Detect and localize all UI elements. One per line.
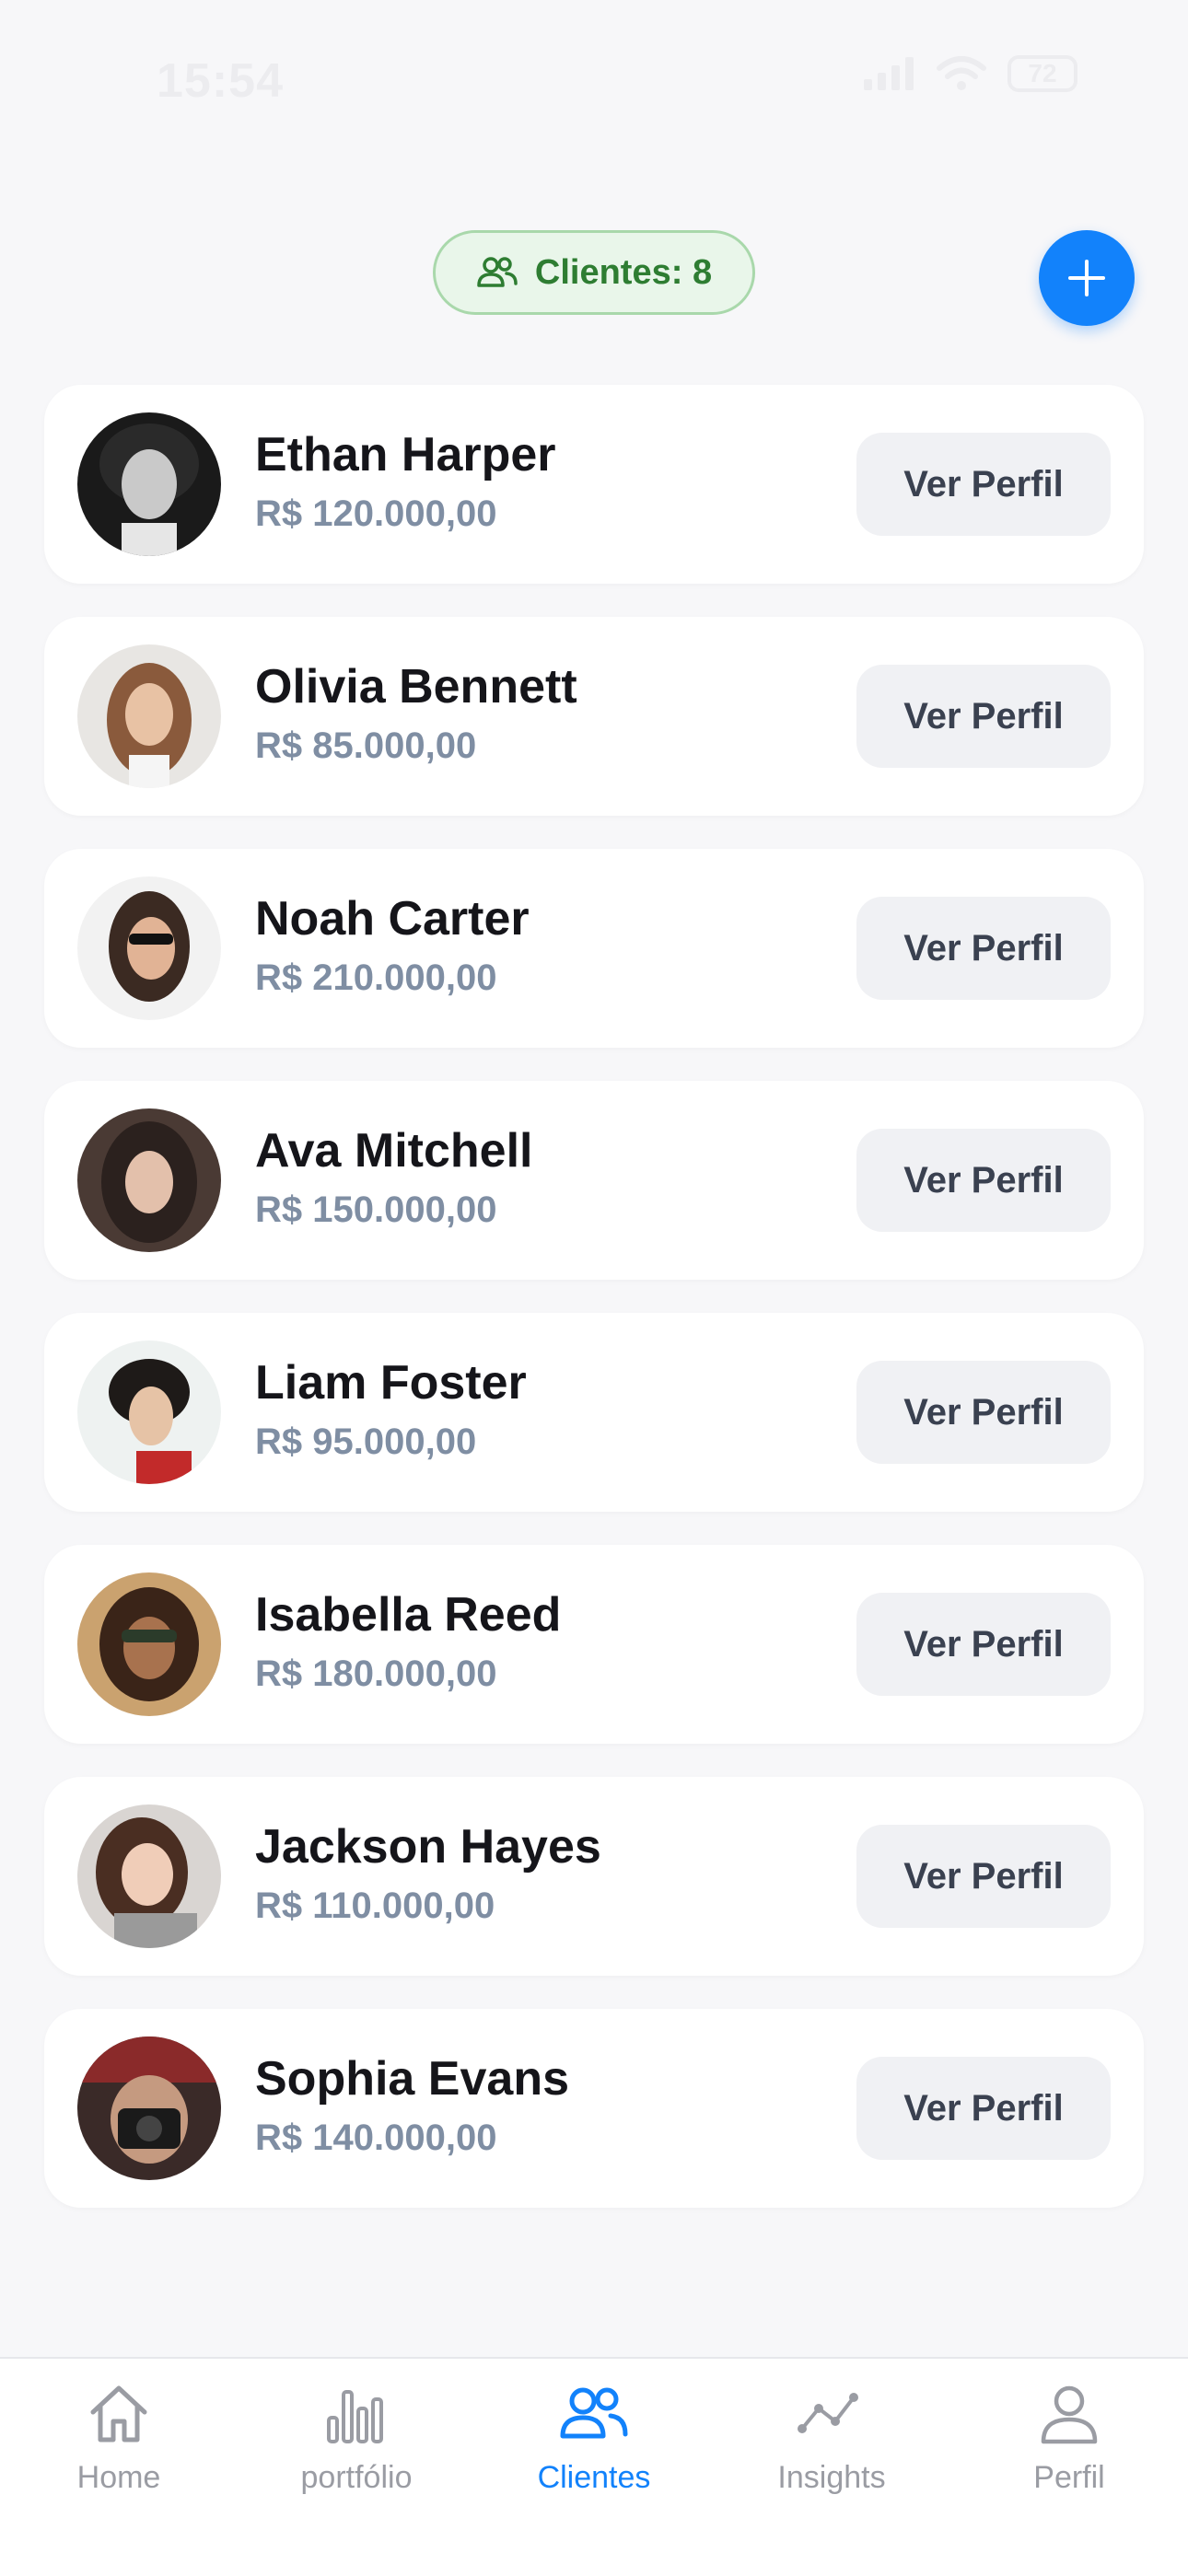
avatar [77,1572,221,1716]
add-client-button[interactable] [1039,230,1135,326]
client-list: Ethan Harper R$ 120.000,00 Ver Perfil Ol… [44,385,1144,2241]
view-profile-button[interactable]: Ver Perfil [856,433,1111,536]
view-profile-button[interactable]: Ver Perfil [856,1825,1111,1928]
users-icon [477,257,518,287]
client-card: Isabella Reed R$ 180.000,00 Ver Perfil [44,1545,1144,1744]
client-value: R$ 210.000,00 [255,957,497,998]
avatar [77,644,221,788]
client-name: Jackson Hayes [255,1820,601,1874]
client-card: Ethan Harper R$ 120.000,00 Ver Perfil [44,385,1144,584]
client-value: R$ 180.000,00 [255,1654,497,1694]
view-profile-button[interactable]: Ver Perfil [856,897,1111,1000]
tab-bar: Home portfólio Clientes Insights Perfil [0,2357,1188,2576]
view-profile-button[interactable]: Ver Perfil [856,1593,1111,1696]
view-profile-button[interactable]: Ver Perfil [856,1129,1111,1232]
client-name: Noah Carter [255,892,530,946]
tab-home[interactable]: Home [0,2377,238,2534]
bar-chart-icon [320,2377,393,2451]
client-card: Ava Mitchell R$ 150.000,00 Ver Perfil [44,1081,1144,1280]
signal-icon [864,57,914,90]
client-name: Ethan Harper [255,428,556,482]
clients-count-badge: Clientes: 8 [433,230,755,315]
avatar [77,2036,221,2180]
plus-icon [1068,260,1105,296]
avatar [77,1804,221,1948]
battery-icon: 72 [1007,55,1077,92]
client-name: Liam Foster [255,1356,527,1410]
client-value: R$ 85.000,00 [255,725,477,766]
avatar [77,412,221,556]
client-value: R$ 150.000,00 [255,1189,497,1230]
battery-level: 72 [1028,59,1057,87]
trend-line-icon [795,2377,868,2451]
tab-label: Home [76,2460,161,2495]
avatar [77,1340,221,1484]
avatar [77,1108,221,1252]
tab-perfil[interactable]: Perfil [950,2377,1188,2534]
client-card: Sophia Evans R$ 140.000,00 Ver Perfil [44,2009,1144,2208]
client-card: Noah Carter R$ 210.000,00 Ver Perfil [44,849,1144,1048]
client-value: R$ 140.000,00 [255,2118,497,2158]
client-card: Olivia Bennett R$ 85.000,00 Ver Perfil [44,617,1144,816]
client-name: Isabella Reed [255,1588,562,1642]
tab-insights[interactable]: Insights [713,2377,950,2534]
view-profile-button[interactable]: Ver Perfil [856,665,1111,768]
tab-label: Insights [777,2460,886,2495]
wifi-icon [937,56,986,90]
client-name: Olivia Bennett [255,660,577,714]
header: Clientes: 8 [0,230,1188,326]
view-profile-button[interactable]: Ver Perfil [856,2057,1111,2160]
status-bar: 15:54 72 [0,0,1188,138]
status-icons: 72 [864,55,1077,92]
tab-label: Perfil [1033,2460,1105,2495]
client-card: Liam Foster R$ 95.000,00 Ver Perfil [44,1313,1144,1512]
client-value: R$ 95.000,00 [255,1421,477,1462]
tab-clientes[interactable]: Clientes [475,2377,713,2534]
tab-portfolio[interactable]: portfólio [238,2377,475,2534]
tab-label: portfólio [300,2460,413,2495]
clients-count-label: Clientes: 8 [534,252,713,292]
avatar [77,876,221,1020]
client-name: Ava Mitchell [255,1124,533,1178]
home-icon [82,2377,156,2451]
tab-label: Clientes [537,2460,651,2495]
view-profile-button[interactable]: Ver Perfil [856,1361,1111,1464]
users-icon [557,2377,631,2451]
client-value: R$ 120.000,00 [255,493,497,534]
person-icon [1032,2377,1106,2451]
client-value: R$ 110.000,00 [255,1886,495,1926]
client-card: Jackson Hayes R$ 110.000,00 Ver Perfil [44,1777,1144,1976]
status-time: 15:54 [157,54,284,108]
client-name: Sophia Evans [255,2052,569,2106]
